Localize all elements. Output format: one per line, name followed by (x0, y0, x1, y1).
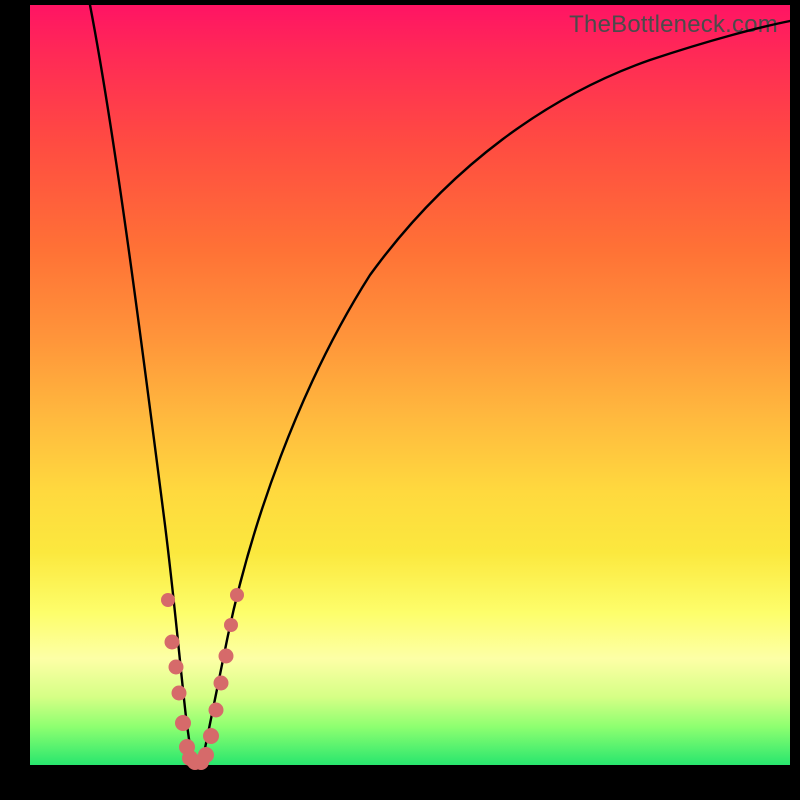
bottleneck-curve (90, 5, 790, 763)
marker-dot (161, 593, 175, 607)
marker-dot (219, 649, 234, 664)
plot-area: TheBottleneck.com (30, 5, 790, 765)
marker-dot (172, 686, 187, 701)
curve-layer (30, 5, 790, 765)
marker-dot (169, 660, 184, 675)
marker-dot (209, 703, 224, 718)
marker-dot (224, 618, 238, 632)
marker-dot (230, 588, 244, 602)
chart-frame: TheBottleneck.com (0, 0, 800, 800)
marker-dot (214, 676, 229, 691)
marker-dot (175, 715, 191, 731)
marker-dot (165, 635, 180, 650)
marker-dot (203, 728, 219, 744)
marker-dot (198, 747, 214, 763)
